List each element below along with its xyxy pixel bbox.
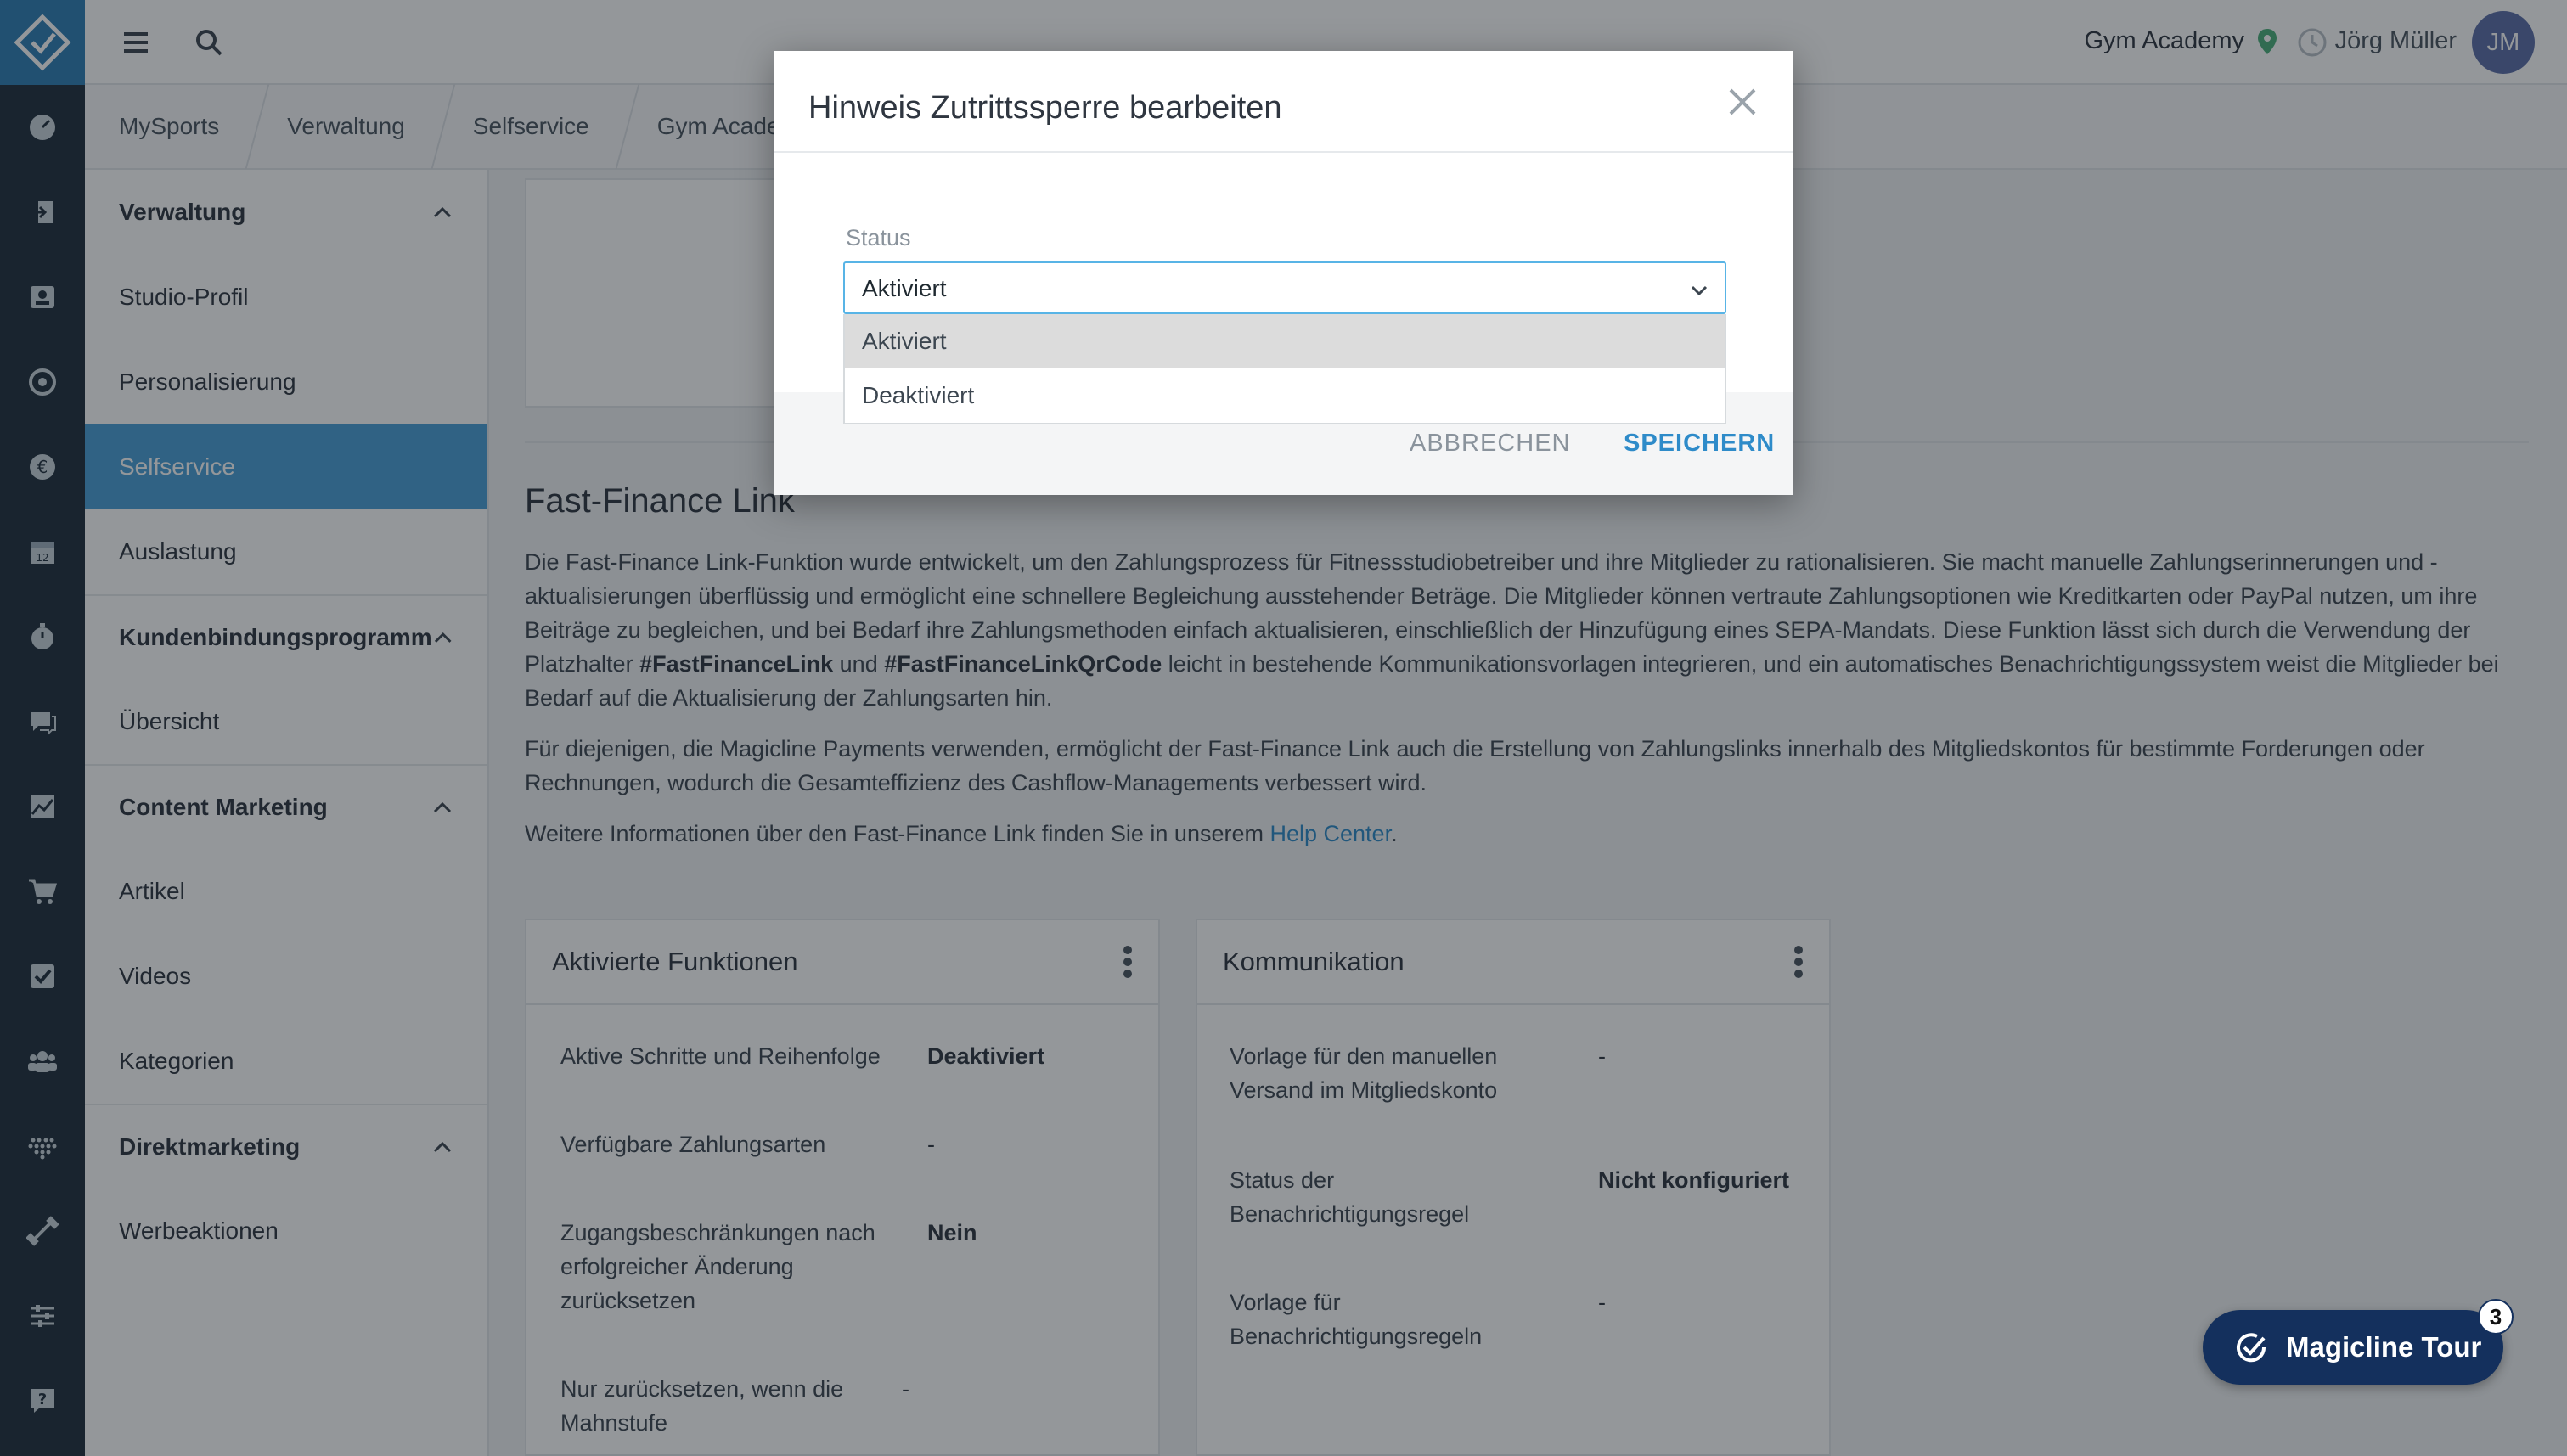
status-label: Status [846,225,911,250]
status-option-aktiviert[interactable]: Aktiviert [845,314,1725,368]
chevron-down-icon [1691,285,1708,296]
cancel-button[interactable]: ABBRECHEN [1410,430,1571,458]
modal-title: Hinweis Zutrittssperre bearbeiten [808,90,1282,126]
magicline-tour-button[interactable]: Magicline Tour [2203,1310,2503,1385]
status-dropdown-list: Aktiviert Deaktiviert [843,314,1726,424]
edit-access-block-notice-modal: Hinweis Zutrittssperre bearbeiten Status… [774,51,1793,495]
tour-count-badge: 3 [2478,1299,2514,1335]
status-select[interactable]: Aktiviert [843,261,1726,314]
status-select-value: Aktiviert [862,275,947,301]
modal-header: Hinweis Zutrittssperre bearbeiten [774,51,1793,153]
tour-label: Magicline Tour [2286,1331,2482,1363]
status-option-deaktiviert[interactable]: Deaktiviert [845,368,1725,423]
close-icon[interactable] [1725,85,1759,119]
check-circle-icon [2237,1333,2266,1363]
save-button[interactable]: SPEICHERN [1624,430,1775,458]
